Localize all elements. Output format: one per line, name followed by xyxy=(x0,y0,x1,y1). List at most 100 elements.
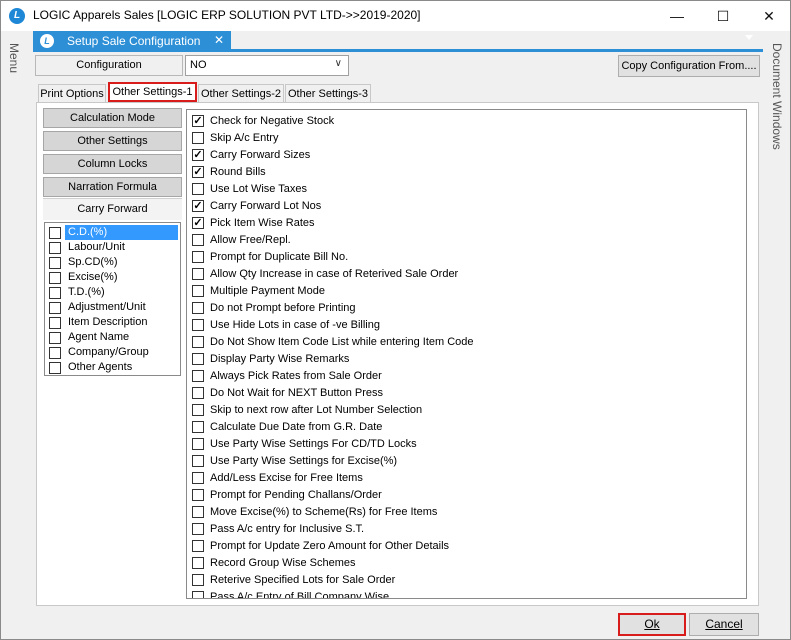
setting-checkbox-row[interactable]: ✓ Carry Forward Sizes xyxy=(192,146,732,163)
carry-forward-list[interactable]: C.D.(%) Labour/Unit Sp.CD(%) Excise(%) T.D.(… xyxy=(44,222,181,376)
checkbox-unchecked[interactable] xyxy=(192,183,204,195)
tab-other-settings-3[interactable]: Other Settings-3 xyxy=(285,84,371,103)
menu-strip[interactable] xyxy=(2,31,28,639)
document-windows-label[interactable]: Document Windows xyxy=(770,43,784,150)
setting-checkbox-row[interactable]: Calculate Due Date from G.R. Date xyxy=(192,418,732,435)
checkbox[interactable] xyxy=(49,257,61,269)
checkbox-unchecked[interactable] xyxy=(192,234,204,246)
setting-checkbox-row[interactable]: Skip A/c Entry xyxy=(192,129,732,146)
setting-checkbox-row[interactable]: Skip to next row after Lot Number Select… xyxy=(192,401,732,418)
setting-checkbox-row[interactable]: Allow Free/Repl. xyxy=(192,231,732,248)
setting-checkbox-row[interactable]: Use Lot Wise Taxes xyxy=(192,180,732,197)
carry-forward-item[interactable]: Adjustment/Unit xyxy=(47,300,178,315)
checkbox-checked[interactable]: ✓ xyxy=(192,115,204,127)
checkbox-unchecked[interactable] xyxy=(192,506,204,518)
chevron-down-icon[interactable] xyxy=(745,35,753,40)
setting-checkbox-row[interactable]: Do not Prompt before Printing xyxy=(192,299,732,316)
carry-forward-item[interactable]: Agent Name xyxy=(47,330,178,345)
checkbox-unchecked[interactable] xyxy=(192,268,204,280)
checkbox-unchecked[interactable] xyxy=(192,370,204,382)
checkbox-unchecked[interactable] xyxy=(192,489,204,501)
setting-checkbox-row[interactable]: ✓ Pick Item Wise Rates xyxy=(192,214,732,231)
setting-checkbox-row[interactable]: Always Pick Rates from Sale Order xyxy=(192,367,732,384)
setting-checkbox-row[interactable]: Do Not Wait for NEXT Button Press xyxy=(192,384,732,401)
checkbox-checked[interactable]: ✓ xyxy=(192,166,204,178)
checkbox[interactable] xyxy=(49,287,61,299)
setting-checkbox-row[interactable]: Pass A/c Entry of Bill Company Wise xyxy=(192,588,732,598)
checkbox[interactable] xyxy=(49,272,61,284)
carry-forward-item[interactable]: Labour/Unit xyxy=(47,240,178,255)
setting-checkbox-row[interactable]: Use Party Wise Settings for Excise(%) xyxy=(192,452,732,469)
checkbox-unchecked[interactable] xyxy=(192,557,204,569)
tab-print-options[interactable]: Print Options xyxy=(38,84,106,103)
column-locks-button[interactable]: Column Locks xyxy=(43,154,182,174)
checkbox[interactable] xyxy=(49,347,61,359)
narration-formula-button[interactable]: Narration Formula xyxy=(43,177,182,197)
setting-checkbox-row[interactable]: Use Hide Lots in case of -ve Billing xyxy=(192,316,732,333)
setting-checkbox-row[interactable]: Do Not Show Item Code List while enterin… xyxy=(192,333,732,350)
checkbox-unchecked[interactable] xyxy=(192,591,204,598)
setting-checkbox-row[interactable]: Display Party Wise Remarks xyxy=(192,350,732,367)
checkbox-unchecked[interactable] xyxy=(192,132,204,144)
checkbox-checked[interactable]: ✓ xyxy=(192,217,204,229)
tab-other-settings-2[interactable]: Other Settings-2 xyxy=(198,84,284,103)
carry-forward-item[interactable]: Excise(%) xyxy=(47,270,178,285)
checkbox-unchecked[interactable] xyxy=(192,251,204,263)
checkbox-unchecked[interactable] xyxy=(192,404,204,416)
setting-checkbox-row[interactable]: Move Excise(%) to Scheme(Rs) for Free It… xyxy=(192,503,732,520)
checkbox-unchecked[interactable] xyxy=(192,472,204,484)
setting-checkbox-row[interactable]: Prompt for Update Zero Amount for Other … xyxy=(192,537,732,554)
checkbox-unchecked[interactable] xyxy=(192,438,204,450)
calculation-mode-button[interactable]: Calculation Mode xyxy=(43,108,182,128)
settings-checklist[interactable]: Pass A/c Entry of Bill Company Wise Reter… xyxy=(186,109,747,599)
setting-checkbox-row[interactable]: Add/Less Excise for Free Items xyxy=(192,469,732,486)
carry-forward-item[interactable]: T.D.(%) xyxy=(47,285,178,300)
checkbox-unchecked[interactable] xyxy=(192,302,204,314)
setting-checkbox-row[interactable]: Reterive Specified Lots for Sale Order xyxy=(192,571,732,588)
checkbox-unchecked[interactable] xyxy=(192,540,204,552)
checkbox[interactable] xyxy=(49,302,61,314)
maximize-button[interactable]: ☐ xyxy=(700,1,746,31)
setting-checkbox-row[interactable]: Prompt for Duplicate Bill No. xyxy=(192,248,732,265)
carry-forward-item[interactable]: Other Agents xyxy=(47,360,178,375)
menu-label[interactable]: Menu xyxy=(7,43,21,73)
other-settings-button[interactable]: Other Settings xyxy=(43,131,182,151)
setting-checkbox-row[interactable]: Pass A/c entry for Inclusive S.T. xyxy=(192,520,732,537)
checkbox[interactable] xyxy=(49,332,61,344)
setting-checkbox-row[interactable]: Record Group Wise Schemes xyxy=(192,554,732,571)
setting-checkbox-row[interactable]: Multiple Payment Mode xyxy=(192,282,732,299)
cancel-button[interactable]: Cancel xyxy=(689,613,759,636)
carry-forward-item[interactable]: C.D.(%) xyxy=(47,225,178,240)
setting-checkbox-row[interactable]: Use Party Wise Settings For CD/TD Locks xyxy=(192,435,732,452)
carry-forward-header[interactable]: Carry Forward xyxy=(43,198,182,220)
checkbox-unchecked[interactable] xyxy=(192,574,204,586)
carry-forward-item[interactable]: Sp.CD(%) xyxy=(47,255,178,270)
checkbox[interactable] xyxy=(49,227,61,239)
checkbox-unchecked[interactable] xyxy=(192,523,204,535)
setting-checkbox-row[interactable]: ✓ Carry Forward Lot Nos xyxy=(192,197,732,214)
copy-configuration-button[interactable]: Copy Configuration From.... xyxy=(618,55,760,77)
checkbox[interactable] xyxy=(49,242,61,254)
setting-checkbox-row[interactable]: ✓ Round Bills xyxy=(192,163,732,180)
setting-checkbox-row[interactable]: Allow Qty Increase in case of Reterived … xyxy=(192,265,732,282)
setting-checkbox-row[interactable]: ✓ Check for Negative Stock xyxy=(192,112,732,129)
checkbox-unchecked[interactable] xyxy=(192,319,204,331)
close-button[interactable]: ✕ xyxy=(746,1,791,31)
checkbox-unchecked[interactable] xyxy=(192,387,204,399)
setting-checkbox-row[interactable]: Prompt for Pending Challans/Order xyxy=(192,486,732,503)
checkbox-unchecked[interactable] xyxy=(192,421,204,433)
checkbox-unchecked[interactable] xyxy=(192,353,204,365)
checkbox[interactable] xyxy=(49,317,61,329)
tab-other-settings-1[interactable]: Other Settings-1 xyxy=(108,82,197,102)
configuration-select[interactable]: NO ∨ xyxy=(185,55,349,76)
mdi-tab-close-icon[interactable]: ✕ xyxy=(214,33,224,47)
minimize-button[interactable]: — xyxy=(654,1,700,31)
carry-forward-item[interactable]: Company/Group xyxy=(47,345,178,360)
ok-button[interactable]: Ok xyxy=(618,613,686,636)
checkbox-checked[interactable]: ✓ xyxy=(192,200,204,212)
checkbox[interactable] xyxy=(49,362,61,374)
checkbox-unchecked[interactable] xyxy=(192,455,204,467)
mdi-tab-setup-sale-configuration[interactable]: L Setup Sale Configuration ✕ xyxy=(33,31,231,51)
checkbox-checked[interactable]: ✓ xyxy=(192,149,204,161)
checkbox-unchecked[interactable] xyxy=(192,285,204,297)
